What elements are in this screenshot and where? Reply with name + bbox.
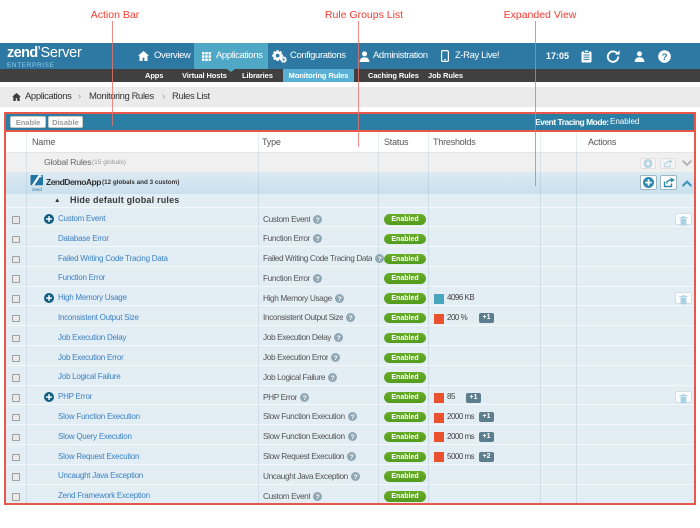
svg-text:?: ? (316, 494, 320, 501)
svg-text:?: ? (316, 217, 320, 224)
svg-text:?: ? (349, 316, 353, 323)
svg-text:?: ? (350, 414, 354, 421)
svg-text:?: ? (331, 375, 335, 382)
svg-text:?: ? (316, 276, 320, 283)
svg-text:?: ? (334, 355, 338, 362)
svg-text:?: ? (350, 454, 354, 461)
svg-text:?: ? (303, 395, 307, 402)
svg-text:zend: zend (32, 187, 42, 192)
svg-text:?: ? (316, 236, 320, 243)
svg-text:?: ? (337, 335, 341, 342)
svg-text:?: ? (354, 474, 358, 481)
svg-text:?: ? (662, 51, 668, 62)
svg-text:?: ? (337, 296, 341, 303)
svg-text:?: ? (350, 434, 354, 441)
